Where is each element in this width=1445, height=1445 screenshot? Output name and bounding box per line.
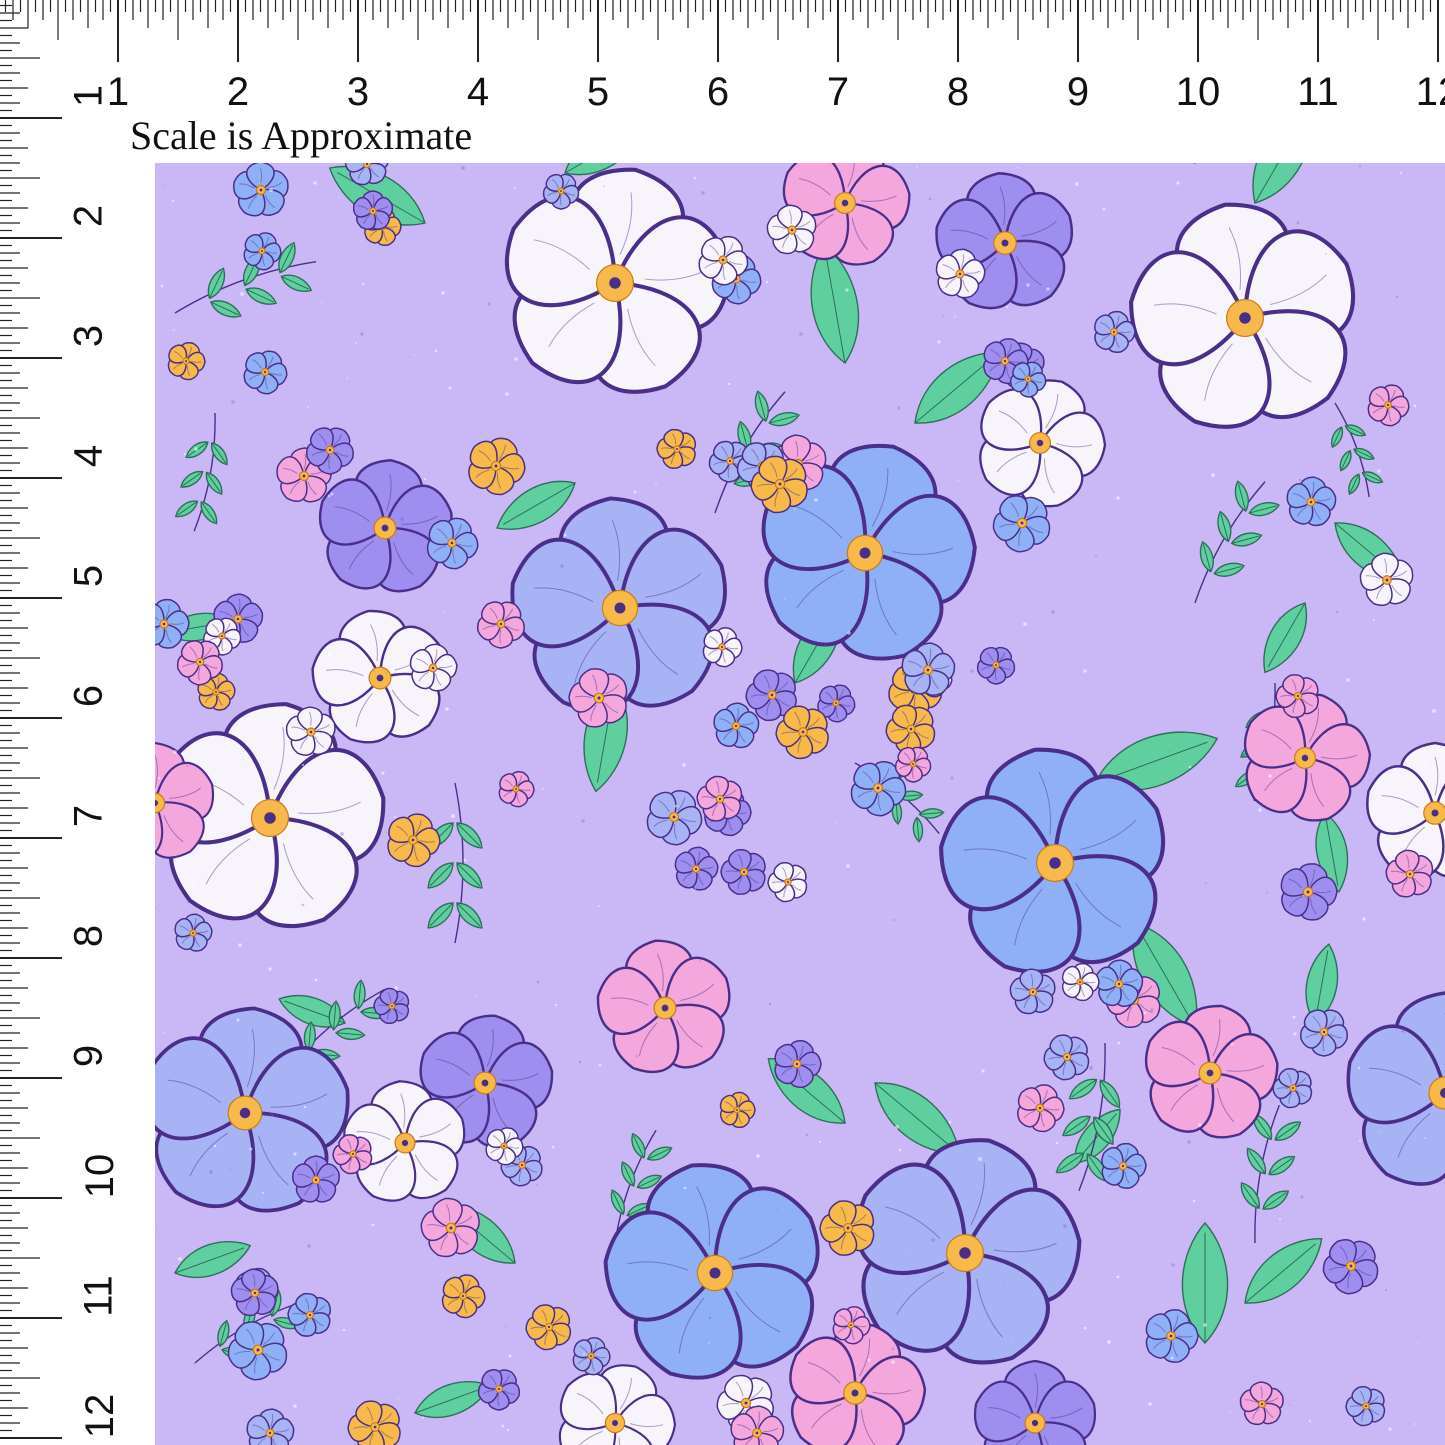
- scale-caption: Scale is Approximate: [130, 113, 473, 158]
- top-ruler-label-2: 2: [226, 70, 250, 114]
- top-ruler-label-10: 10: [1175, 70, 1221, 114]
- top-ruler-label-8: 8: [946, 70, 970, 114]
- left-ruler-label-3: 3: [66, 324, 111, 348]
- left-ruler-label-7: 7: [66, 804, 111, 828]
- left-ruler-ticks: [0, 4, 62, 1439]
- top-ruler-label-9: 9: [1066, 70, 1090, 114]
- top-ruler-ticks: [4, 0, 1439, 62]
- fabric-swatch: [155, 163, 1445, 1445]
- left-ruler-label-2: 2: [66, 204, 111, 228]
- left-ruler-label-6: 6: [66, 684, 111, 708]
- left-ruler-label-5: 5: [66, 564, 111, 588]
- top-ruler-label-11: 11: [1297, 70, 1339, 114]
- top-ruler-label-7: 7: [826, 70, 850, 114]
- left-ruler-label-9: 9: [66, 1044, 111, 1068]
- left-ruler-label-8: 8: [66, 924, 111, 948]
- left-ruler-label-12: 12: [77, 1393, 122, 1439]
- left-ruler-label-10: 10: [77, 1153, 122, 1199]
- floral-pattern: [155, 163, 1445, 1445]
- top-ruler-label-12: 12: [1415, 70, 1445, 114]
- left-ruler-label-4: 4: [66, 444, 111, 468]
- left-ruler-label-1: 1: [66, 84, 111, 108]
- top-ruler-label-4: 4: [466, 70, 490, 114]
- top-ruler-label-6: 6: [706, 70, 730, 114]
- left-ruler-label-11: 11: [76, 1275, 121, 1317]
- top-ruler-label-3: 3: [346, 70, 370, 114]
- top-ruler-label-5: 5: [586, 70, 610, 114]
